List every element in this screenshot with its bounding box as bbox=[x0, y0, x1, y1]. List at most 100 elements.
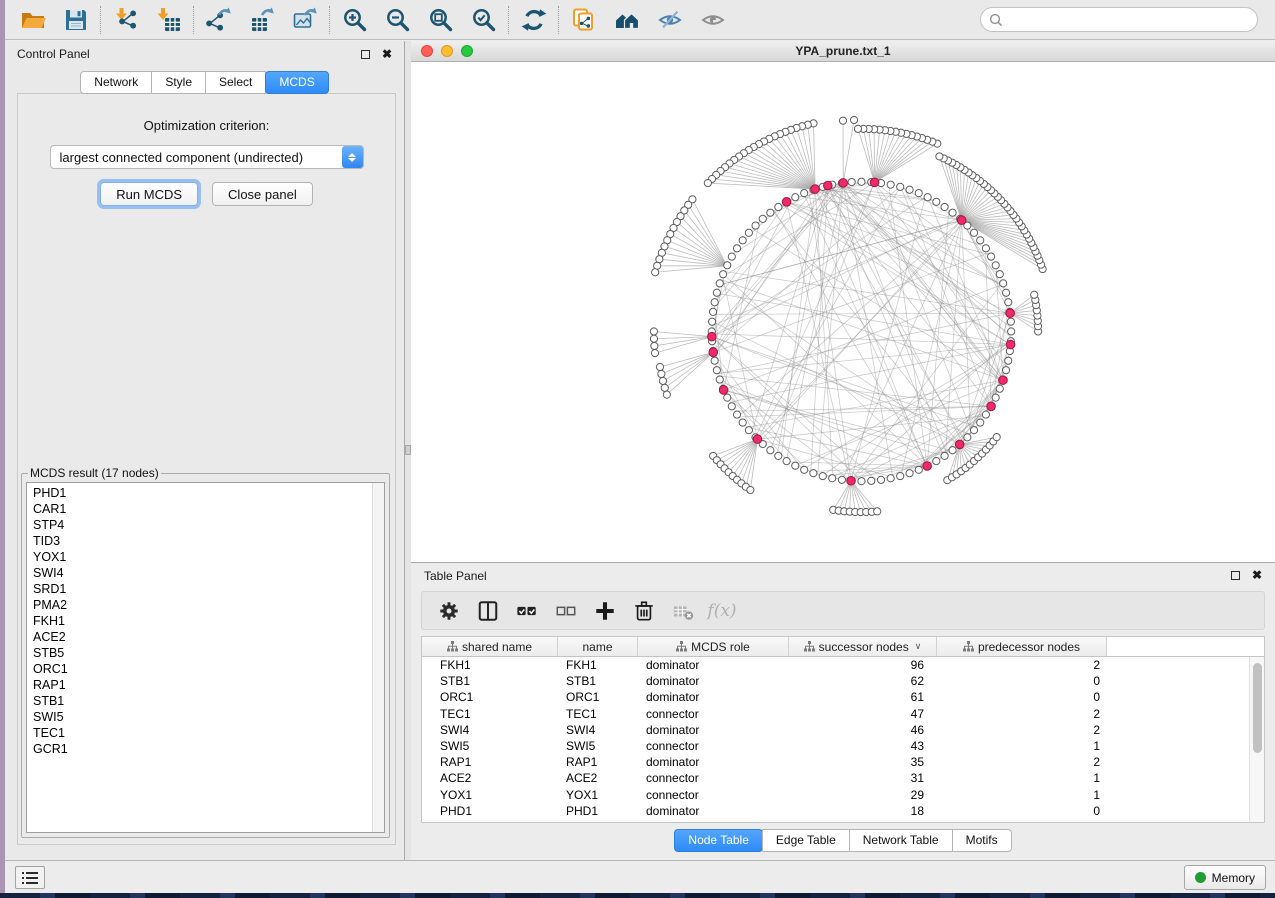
table-cell[interactable]: connector bbox=[638, 771, 789, 785]
table-cell[interactable]: dominator bbox=[638, 674, 789, 688]
ring-node[interactable] bbox=[848, 178, 855, 185]
ring-node[interactable] bbox=[964, 434, 971, 441]
table-row[interactable]: RAP1RAP1dominator352 bbox=[422, 754, 1264, 770]
tab-select[interactable]: Select bbox=[205, 71, 266, 94]
table-cell[interactable]: 43 bbox=[789, 739, 937, 753]
table-cell[interactable]: 1 bbox=[937, 771, 1107, 785]
ring-node[interactable] bbox=[868, 477, 875, 484]
table-row[interactable]: ORC1ORC1dominator610 bbox=[422, 689, 1264, 705]
mcds-node-item[interactable]: GCR1 bbox=[33, 741, 384, 757]
add-button[interactable] bbox=[590, 596, 620, 626]
leaf-node[interactable] bbox=[936, 153, 943, 160]
table-cell[interactable]: SWI4 bbox=[558, 723, 638, 737]
table-cell[interactable]: STB1 bbox=[422, 674, 558, 688]
leaf-node[interactable] bbox=[659, 377, 666, 384]
table-cell[interactable]: 29 bbox=[789, 788, 937, 802]
ring-node[interactable] bbox=[711, 299, 718, 306]
mcds-node-item[interactable]: TEC1 bbox=[33, 725, 384, 741]
ring-node[interactable] bbox=[915, 190, 922, 197]
mcds-node-item[interactable]: STB1 bbox=[33, 693, 384, 709]
tab-style[interactable]: Style bbox=[151, 71, 206, 94]
ring-node[interactable] bbox=[783, 458, 790, 465]
mcds-hub-node[interactable] bbox=[811, 185, 820, 194]
ring-node[interactable] bbox=[728, 403, 735, 410]
mcds-hub-node[interactable] bbox=[753, 435, 762, 444]
leaf-node[interactable] bbox=[663, 391, 670, 398]
table-cell[interactable]: SWI5 bbox=[422, 739, 558, 753]
table-cell[interactable]: connector bbox=[638, 788, 789, 802]
ring-node[interactable] bbox=[709, 308, 716, 315]
mcds-hub-node[interactable] bbox=[999, 376, 1008, 385]
ring-node[interactable] bbox=[720, 271, 727, 278]
table-cell[interactable]: 18 bbox=[789, 804, 937, 818]
table-row[interactable]: STB1STB1dominator620 bbox=[422, 673, 1264, 689]
table-cell[interactable]: RAP1 bbox=[558, 755, 638, 769]
export-image-button[interactable] bbox=[283, 2, 326, 38]
table-cell[interactable]: 0 bbox=[937, 690, 1107, 704]
houses-button[interactable] bbox=[605, 2, 648, 38]
ring-node[interactable] bbox=[897, 472, 904, 479]
ring-node[interactable] bbox=[941, 203, 948, 210]
ring-node[interactable] bbox=[996, 385, 1003, 392]
ring-node[interactable] bbox=[713, 367, 720, 374]
ring-node[interactable] bbox=[924, 194, 931, 201]
export-table-button[interactable] bbox=[240, 2, 283, 38]
ring-node[interactable] bbox=[724, 394, 731, 401]
table-cell[interactable]: 61 bbox=[789, 690, 937, 704]
table-cell[interactable]: dominator bbox=[638, 690, 789, 704]
table-cell[interactable]: ORC1 bbox=[422, 690, 558, 704]
table-cell[interactable]: ACE2 bbox=[558, 771, 638, 785]
ring-node[interactable] bbox=[838, 476, 845, 483]
table-cell[interactable]: dominator bbox=[638, 755, 789, 769]
close-panel-icon[interactable]: ✖ bbox=[382, 50, 392, 59]
ring-node[interactable] bbox=[801, 190, 808, 197]
mcds-hub-node[interactable] bbox=[719, 386, 728, 395]
ring-node[interactable] bbox=[897, 183, 904, 190]
table-cell[interactable]: 2 bbox=[937, 707, 1107, 721]
ring-node[interactable] bbox=[915, 466, 922, 473]
ring-node[interactable] bbox=[977, 237, 984, 244]
table-row[interactable]: SWI5SWI5connector431 bbox=[422, 738, 1264, 754]
run-mcds-button[interactable]: Run MCDS bbox=[100, 182, 198, 206]
ring-node[interactable] bbox=[724, 262, 731, 269]
leaf-node[interactable] bbox=[661, 384, 668, 391]
column-header-successor-nodes[interactable]: successor nodes∨ bbox=[789, 637, 937, 656]
ring-node[interactable] bbox=[933, 198, 940, 205]
table-cell[interactable]: 96 bbox=[789, 658, 937, 672]
ring-node[interactable] bbox=[708, 318, 715, 325]
mcds-hub-node[interactable] bbox=[847, 476, 856, 485]
ring-node[interactable] bbox=[775, 203, 782, 210]
table-cell[interactable]: connector bbox=[638, 707, 789, 721]
delete-button[interactable] bbox=[629, 596, 659, 626]
table-cell[interactable]: ACE2 bbox=[422, 771, 558, 785]
ring-node[interactable] bbox=[977, 419, 984, 426]
ring-node[interactable] bbox=[728, 253, 735, 260]
table-cell[interactable]: 2 bbox=[937, 755, 1107, 769]
mcds-node-item[interactable]: FKH1 bbox=[33, 613, 384, 629]
ring-node[interactable] bbox=[1008, 328, 1015, 335]
leaf-node[interactable] bbox=[652, 269, 659, 276]
table-row[interactable]: PHD1PHD1dominator180 bbox=[422, 803, 1264, 819]
table-cell[interactable]: YOX1 bbox=[422, 788, 558, 802]
ring-node[interactable] bbox=[992, 394, 999, 401]
ring-node[interactable] bbox=[906, 186, 913, 193]
leaf-node[interactable] bbox=[658, 370, 665, 377]
ring-node[interactable] bbox=[759, 215, 766, 222]
column-header-predecessor-nodes[interactable]: predecessor nodes bbox=[937, 637, 1107, 656]
ring-node[interactable] bbox=[767, 209, 774, 216]
mcds-hub-node[interactable] bbox=[870, 178, 879, 187]
mcds-hub-node[interactable] bbox=[957, 216, 966, 225]
search-input[interactable] bbox=[1008, 13, 1257, 27]
mcds-node-item[interactable]: SWI4 bbox=[33, 565, 384, 581]
mcds-node-item[interactable]: YOX1 bbox=[33, 549, 384, 565]
leaf-node[interactable] bbox=[656, 363, 663, 370]
ring-node[interactable] bbox=[745, 229, 752, 236]
table-cell[interactable]: 2 bbox=[937, 658, 1107, 672]
ring-node[interactable] bbox=[982, 411, 989, 418]
ring-node[interactable] bbox=[767, 447, 774, 454]
ring-node[interactable] bbox=[733, 245, 740, 252]
network-canvas[interactable] bbox=[411, 62, 1275, 562]
leaf-node[interactable] bbox=[747, 486, 754, 493]
table-cell[interactable]: TEC1 bbox=[422, 707, 558, 721]
table-cell[interactable]: PHD1 bbox=[422, 804, 558, 818]
